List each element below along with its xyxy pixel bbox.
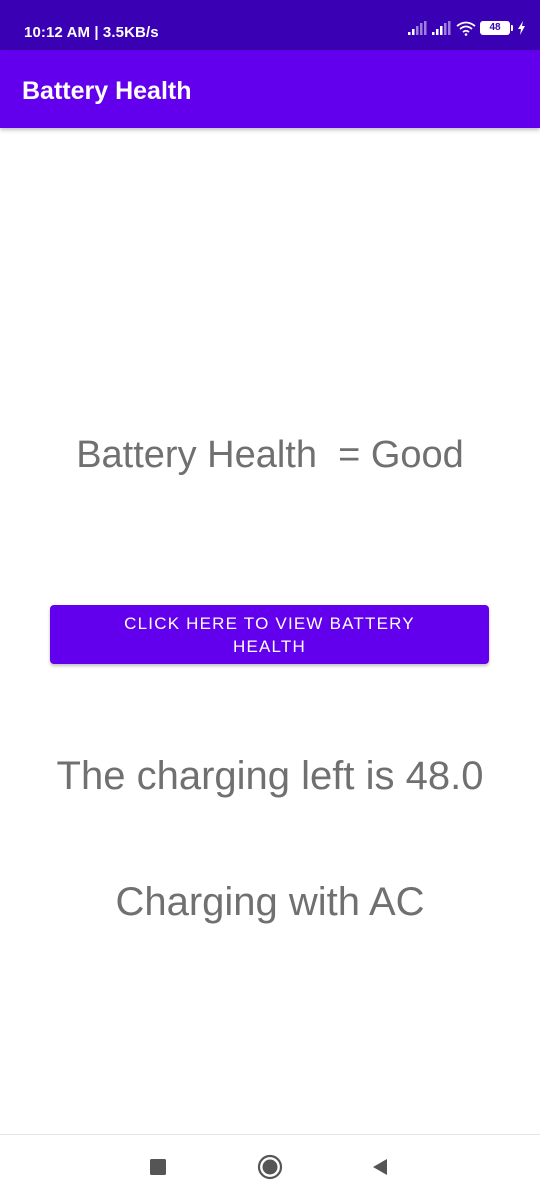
back-button[interactable] <box>362 1151 398 1187</box>
wifi-icon <box>456 21 476 36</box>
back-icon <box>371 1158 389 1181</box>
battery-level: 48 <box>489 22 501 33</box>
home-icon <box>257 1154 283 1185</box>
charging-left-text: The charging left is 48.0 <box>56 754 484 798</box>
screen: 10:12 AM | 3.5KB/s 48 Battery Health Bat… <box>0 0 540 1200</box>
home-button[interactable] <box>252 1151 288 1187</box>
signal-icon <box>432 21 452 35</box>
battery-tip <box>511 25 513 31</box>
signal-icon <box>408 21 428 35</box>
view-battery-health-button[interactable]: CLICK HERE TO VIEW BATTERY HEALTH <box>50 605 489 664</box>
recent-apps-icon <box>150 1158 166 1180</box>
app-bar: Battery Health <box>0 50 540 128</box>
charging-source-text: Charging with AC <box>115 880 425 924</box>
battery-icon: 48 <box>480 21 510 35</box>
recent-apps-button[interactable] <box>140 1151 176 1187</box>
charging-bolt-icon <box>517 21 526 35</box>
status-time: 10:12 AM | 3.5KB/s <box>24 24 159 41</box>
status-bar: 10:12 AM | 3.5KB/s 48 <box>0 0 540 50</box>
status-icons: 48 <box>408 18 526 38</box>
navigation-bar <box>0 1134 540 1200</box>
app-title: Battery Health <box>22 77 192 105</box>
battery-health-text: Battery Health = Good <box>76 434 464 476</box>
